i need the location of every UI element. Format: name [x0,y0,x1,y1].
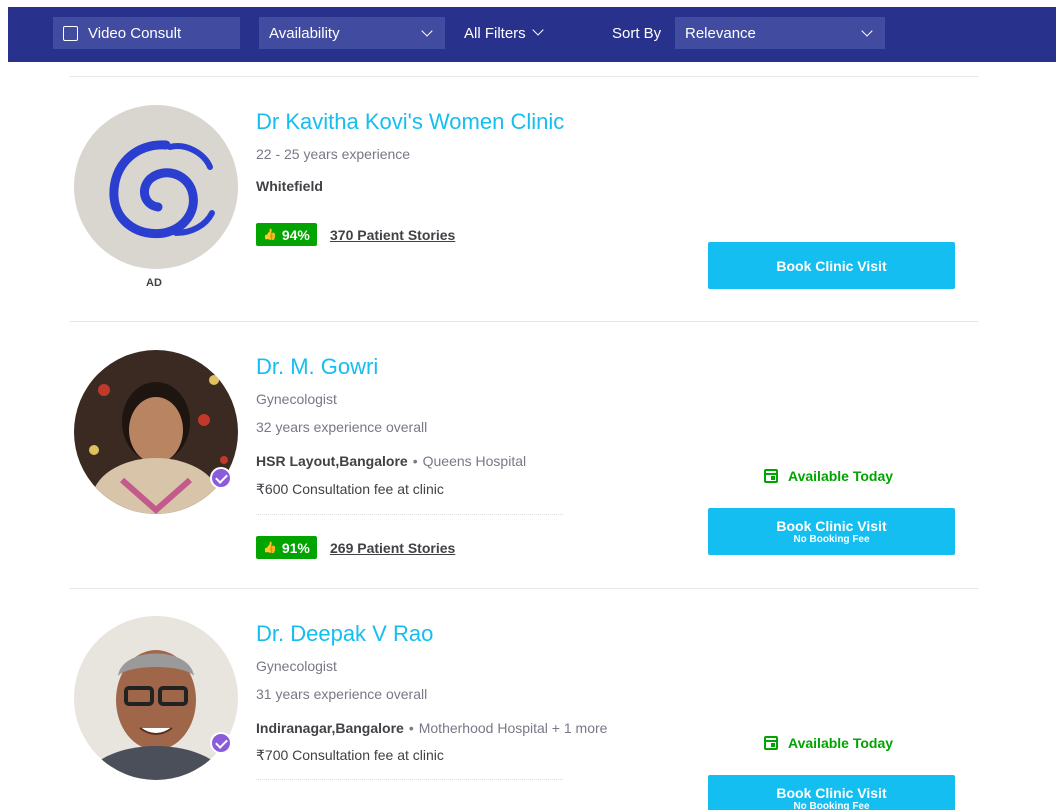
thumbs-up-icon: 👍 [263,542,277,554]
location[interactable]: HSR Layout,Bangalore [256,453,408,469]
rating-row: 👍 91% 269 Patient Stories [256,536,455,559]
availability-status: Available Today [764,735,893,751]
video-consult-label: Video Consult [88,24,182,42]
rating-value: 91% [281,539,310,556]
all-filters-button[interactable]: All Filters [464,17,544,49]
filter-bar: Video Consult Availability All Filters S… [8,7,1056,62]
location-row: Indiranagar,Bangalore • Motherhood Hospita… [256,720,607,736]
experience: 22 - 25 years experience [256,146,411,162]
rating-badge: 👍 94% [256,223,317,246]
experience: 32 years experience overall [256,419,428,435]
booking-fee-note: No Booking Fee [793,801,870,810]
availability-label: Availability [269,24,340,42]
doctor-photo[interactable] [74,616,238,780]
specialty: Gynecologist [256,658,337,674]
location[interactable]: Indiranagar,Bangalore [256,720,404,736]
clinic-logo[interactable] [74,105,238,269]
listing-card: Dr. M. Gowri Gynecologist 32 years exper… [70,322,978,588]
listing-card: AD Dr Kavitha Kovi's Women Clinic 22 - 2… [70,77,978,321]
availability-status: Available Today [764,468,893,484]
availability-text: Available Today [788,735,894,751]
book-button-label: Book Clinic Visit [776,257,887,274]
separator-dot: • [408,720,414,736]
specialty: Gynecologist [256,391,337,407]
consultation-fee: ₹700 Consultation fee at clinic [256,747,444,763]
patient-stories-link[interactable]: 370 Patient Stories [330,227,455,243]
verified-badge-icon [210,732,232,754]
availability-dropdown[interactable]: Availability [259,17,445,49]
clinic-name[interactable]: Dr Kavitha Kovi's Women Clinic [256,109,564,135]
calendar-icon [764,736,778,750]
clinic-name[interactable]: Motherhood Hospital + 1 more [419,720,608,736]
all-filters-label: All Filters [464,24,526,42]
rating-value: 94% [281,226,310,243]
dotted-divider [256,779,563,780]
chevron-down-icon [421,25,433,37]
verified-badge-icon [210,467,232,489]
chevron-down-icon [861,25,873,37]
experience: 31 years experience overall [256,686,428,702]
listing-card: Dr. Deepak V Rao Gynecologist 31 years e… [70,589,978,810]
patient-stories-link[interactable]: 269 Patient Stories [330,540,455,556]
video-consult-filter[interactable]: Video Consult [53,17,240,49]
doctor-name[interactable]: Dr. Deepak V Rao [256,621,433,647]
book-clinic-visit-button[interactable]: Book Clinic Visit [708,242,955,289]
book-clinic-visit-button[interactable]: Book Clinic Visit No Booking Fee [708,775,955,810]
clinic-name[interactable]: Queens Hospital [423,453,527,469]
sort-by-label: Sort By [612,24,662,42]
chevron-down-icon [532,24,544,36]
book-clinic-visit-button[interactable]: Book Clinic Visit No Booking Fee [708,508,955,555]
consultation-fee: ₹600 Consultation fee at clinic [256,481,444,497]
location-row: HSR Layout,Bangalore • Queens Hospital [256,453,526,469]
book-button-label: Book Clinic Visit [776,518,887,534]
calendar-icon [764,469,778,483]
dotted-divider [256,514,563,515]
doctor-name[interactable]: Dr. M. Gowri [256,354,378,380]
availability-text: Available Today [788,468,894,484]
rating-row: 👍 94% 370 Patient Stories [256,223,455,246]
rating-badge: 👍 91% [256,536,317,559]
sort-value: Relevance [685,24,756,42]
video-consult-checkbox[interactable] [63,25,78,41]
booking-fee-note: No Booking Fee [793,534,870,545]
thumbs-up-icon: 👍 [263,229,277,241]
separator-dot: • [412,453,418,469]
ad-label: AD [146,277,162,289]
sort-select[interactable]: Relevance [675,17,885,49]
doctor-photo[interactable] [74,350,238,514]
book-button-label: Book Clinic Visit [776,785,887,801]
location: Whitefield [256,178,323,194]
